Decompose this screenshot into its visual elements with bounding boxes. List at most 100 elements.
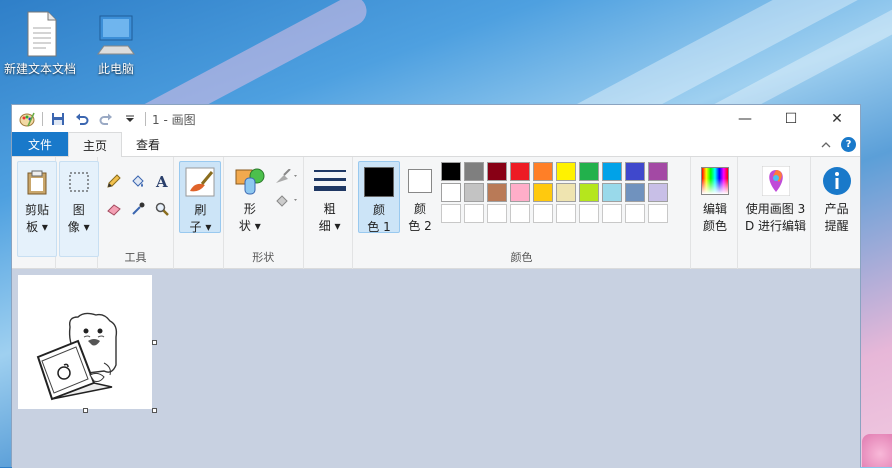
text-file-icon	[18, 10, 62, 58]
redo-icon[interactable]	[97, 110, 115, 128]
color-swatch[interactable]	[510, 204, 531, 223]
outline-icon[interactable]	[274, 168, 300, 188]
eraser-icon[interactable]	[102, 197, 126, 221]
paint-app-icon[interactable]	[18, 110, 36, 128]
color-swatch[interactable]	[441, 162, 462, 181]
quick-access-toolbar	[12, 105, 146, 133]
color-swatch[interactable]	[625, 204, 646, 223]
shapes-icon	[234, 165, 266, 197]
color-swatch[interactable]	[464, 204, 485, 223]
color-swatch[interactable]	[510, 162, 531, 181]
shapes-label-1: 形	[243, 202, 256, 216]
maximize-button[interactable]: ☐	[768, 105, 814, 133]
image-button[interactable]: 图 像 ▾	[58, 161, 99, 257]
resize-handle-corner[interactable]	[152, 408, 157, 413]
resize-handle-right[interactable]	[152, 340, 157, 345]
tab-view[interactable]: 查看	[122, 132, 174, 156]
color-swatch[interactable]	[533, 162, 554, 181]
drawing-canvas[interactable]	[18, 275, 152, 409]
brushes-button[interactable]: 刷 子 ▾	[179, 161, 222, 234]
tab-home[interactable]: 主页	[68, 132, 123, 157]
resize-handle-bottom[interactable]	[83, 408, 88, 413]
color-swatch[interactable]	[533, 183, 554, 202]
color-swatch[interactable]	[648, 162, 669, 181]
color-swatch[interactable]	[648, 183, 669, 202]
desktop-icon-label: 新建文本文档	[3, 62, 76, 76]
color-swatch[interactable]	[625, 162, 646, 181]
color-picker-icon[interactable]	[126, 197, 150, 221]
shapes-label-2: 状 ▾	[238, 219, 261, 233]
clipboard-button[interactable]: 剪贴 板 ▾	[17, 161, 57, 257]
edit-colors-button[interactable]: 编辑 颜色	[694, 161, 736, 233]
paint-window: 1 - 画图 — ☐ ✕ 文件 主页 查看 ? 剪贴 板 ▾ 图 像 ▾ A 工…	[11, 104, 861, 468]
size-button[interactable]: 粗 细 ▾	[310, 161, 350, 233]
window-controls: — ☐ ✕	[722, 105, 860, 133]
qa-separator	[42, 112, 43, 126]
clipboard-label-1: 剪贴	[24, 203, 49, 217]
magnifier-icon[interactable]	[150, 197, 174, 221]
color2-swatch-frame	[404, 165, 436, 197]
brush-icon	[184, 166, 216, 198]
colors-group-label: 颜色	[510, 251, 533, 264]
close-button[interactable]: ✕	[814, 105, 860, 133]
color-swatch[interactable]	[602, 183, 623, 202]
pencil-icon[interactable]	[102, 169, 126, 193]
title-bar: 1 - 画图 — ☐ ✕	[12, 105, 860, 133]
color-swatch[interactable]	[464, 162, 485, 181]
color-swatch[interactable]	[556, 162, 577, 181]
color-swatch[interactable]	[556, 183, 577, 202]
shapes-group: 形 状 ▾ 形状	[224, 157, 304, 269]
color-swatch[interactable]	[487, 162, 508, 181]
desktop-icon-this-pc[interactable]: 此电脑	[76, 10, 156, 76]
svg-text:A: A	[155, 173, 168, 189]
color-swatch[interactable]	[441, 183, 462, 202]
product-alert-label-1: 产品	[824, 202, 849, 216]
color-swatch[interactable]	[533, 204, 554, 223]
text-icon[interactable]: A	[150, 169, 174, 193]
image-group: 图 像 ▾	[56, 157, 99, 269]
minimize-button[interactable]: —	[722, 105, 768, 133]
color2-label-2: 色 2	[408, 219, 432, 233]
color-swatch[interactable]	[556, 204, 577, 223]
color-swatch[interactable]	[579, 183, 600, 202]
color-swatch[interactable]	[510, 183, 531, 202]
color-swatch[interactable]	[487, 204, 508, 223]
collapse-ribbon-icon[interactable]	[821, 138, 831, 152]
tools-grid: A	[102, 169, 174, 221]
product-alert-button[interactable]: 产品 提醒	[815, 161, 859, 233]
colors-group: 颜 色 1 颜 色 2 颜色	[353, 157, 691, 269]
color-swatch[interactable]	[487, 183, 508, 202]
color-swatch[interactable]	[579, 162, 600, 181]
size-label-2: 细 ▾	[318, 219, 341, 233]
color2-button[interactable]: 颜 色 2	[402, 161, 438, 233]
shapes-button[interactable]: 形 状 ▾	[230, 161, 270, 233]
line-size-icon	[313, 165, 346, 197]
shapes-group-label: 形状	[252, 251, 275, 264]
color2-swatch	[408, 169, 433, 193]
color-swatch[interactable]	[648, 204, 669, 223]
color-swatch[interactable]	[464, 183, 485, 202]
help-icon[interactable]: ?	[841, 137, 856, 152]
select-icon	[63, 166, 95, 198]
tab-file[interactable]: 文件	[12, 132, 69, 156]
qa-separator	[145, 112, 146, 126]
save-icon[interactable]	[49, 110, 67, 128]
desktop-icon-label: 此电脑	[97, 62, 134, 76]
image-label-1: 图	[72, 203, 85, 217]
canvas-area	[12, 269, 860, 468]
color-swatch[interactable]	[579, 204, 600, 223]
desktop-icon-text-file[interactable]: 新建文本文档	[0, 10, 80, 76]
paint3d-button[interactable]: 使用画图 3 D 进行编辑	[740, 161, 812, 233]
fill-icon[interactable]	[126, 169, 150, 193]
color-swatch[interactable]	[602, 204, 623, 223]
undo-icon[interactable]	[73, 110, 91, 128]
clipboard-icon	[21, 166, 53, 198]
color-swatch[interactable]	[602, 162, 623, 181]
color-swatch[interactable]	[441, 204, 462, 223]
size-group: 粗 细 ▾	[304, 157, 354, 269]
color1-button[interactable]: 颜 色 1	[358, 161, 401, 234]
shape-fill-icon[interactable]	[274, 193, 300, 212]
window-title: 1 - 画图	[152, 112, 196, 127]
color-swatch[interactable]	[625, 183, 646, 202]
customize-qa-icon[interactable]	[121, 110, 139, 128]
